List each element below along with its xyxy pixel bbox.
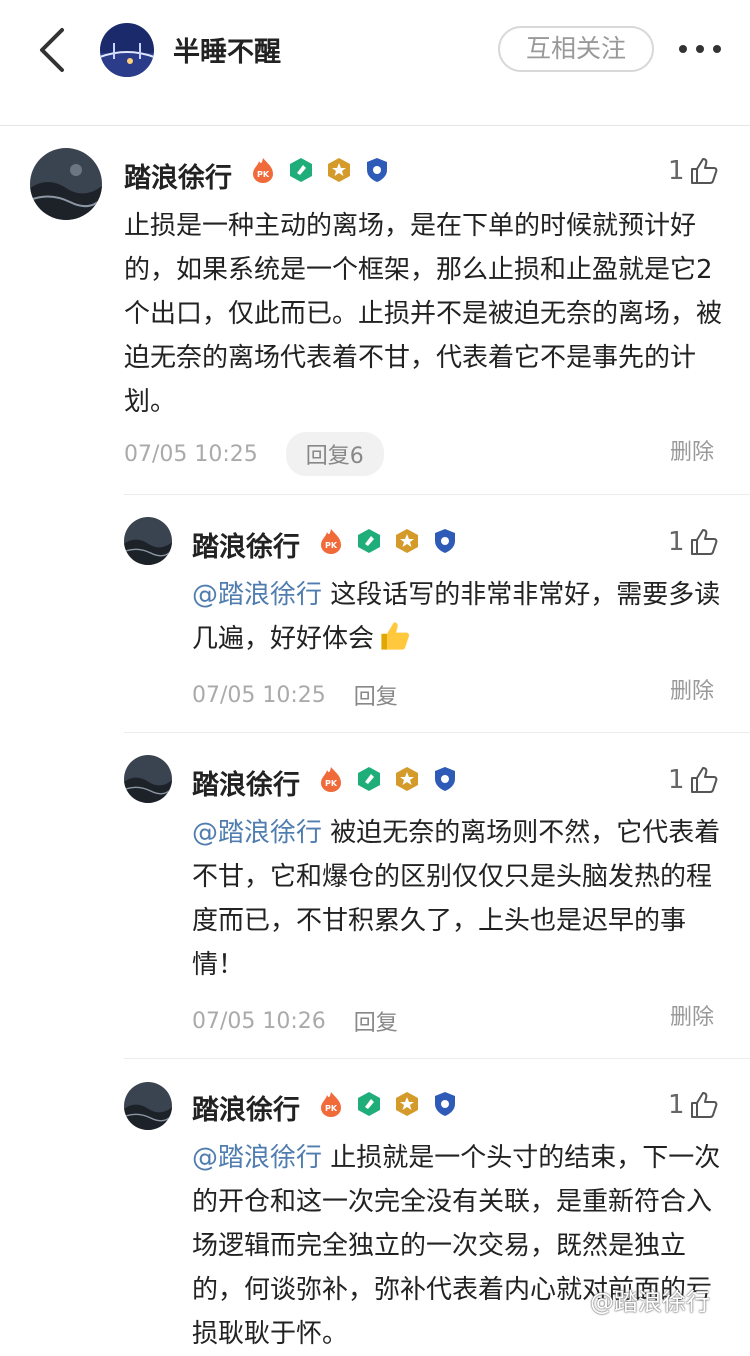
like-count: 1: [668, 765, 685, 795]
comment-meta: 07/05 10:25 回复: [192, 679, 398, 711]
gold-star-icon: [396, 767, 418, 791]
avatar[interactable]: [30, 148, 102, 220]
comment-username[interactable]: 踏浪徐行: [192, 1088, 300, 1127]
green-diamond-icon: [358, 1092, 380, 1116]
avatar[interactable]: [124, 1082, 172, 1130]
reply-count-button[interactable]: 回复6: [285, 432, 384, 476]
thumbs-up-icon: [690, 767, 717, 793]
like-button[interactable]: 1: [668, 527, 719, 557]
gold-star-icon: [328, 158, 350, 182]
comment-text: @踏浪徐行 这段话写的非常非常好，需要多读几遍，好好体会: [192, 573, 722, 667]
comment-meta: 07/05 10:25 回复6: [124, 432, 384, 476]
mention-link[interactable]: @踏浪徐行: [192, 1143, 322, 1173]
thumbs-up-icon: [690, 158, 717, 184]
like-count: 1: [668, 1090, 685, 1120]
like-button[interactable]: 1: [668, 156, 719, 186]
svg-text:PK: PK: [257, 170, 270, 179]
pk-fire-icon: PK: [321, 1092, 341, 1117]
follow-button[interactable]: 互相关注: [498, 26, 654, 72]
comment-text: 止损是一种主动的离场，是在下单的时候就预计好的，如果系统是一个框架，那么止损和止…: [124, 204, 724, 424]
like-button[interactable]: 1: [668, 765, 719, 795]
pk-fire-icon: PK: [253, 158, 273, 183]
divider: [124, 1058, 750, 1059]
comment-username[interactable]: 踏浪徐行: [192, 525, 300, 564]
divider: [124, 732, 750, 733]
blue-shield-icon: [435, 767, 455, 791]
reply-button[interactable]: 回复: [354, 679, 398, 711]
svg-text:PK: PK: [325, 541, 338, 550]
svg-text:PK: PK: [325, 1104, 338, 1113]
comment-time: 07/05 10:25: [192, 682, 326, 708]
user-badges: PK: [318, 766, 458, 792]
comment-body: 止损就是一个头寸的结束，下一次的开仓和这一次完全没有关联，是重新符合入场逻辑而完…: [192, 1143, 721, 1349]
avatar[interactable]: [124, 755, 172, 803]
delete-button[interactable]: 删除: [670, 434, 714, 466]
thumbs-up-icon: [690, 529, 717, 555]
green-diamond-icon: [358, 529, 380, 553]
blue-shield-icon: [435, 529, 455, 553]
delete-button[interactable]: 删除: [670, 999, 714, 1031]
comment-body: 止损是一种主动的离场，是在下单的时候就预计好的，如果系统是一个框架，那么止损和止…: [124, 211, 723, 417]
page-title: 半睡不醒: [173, 37, 281, 68]
watermark: @踏浪徐行: [590, 1288, 710, 1316]
mention-link[interactable]: @踏浪徐行: [192, 580, 322, 610]
comment-text: @踏浪徐行 止损就是一个头寸的结束，下一次的开仓和这一次完全没有关联，是重新符合…: [192, 1136, 722, 1356]
green-diamond-icon: [290, 158, 312, 182]
blue-shield-icon: [435, 1092, 455, 1116]
user-badges: PK: [318, 528, 458, 554]
top-bar: 半睡不醒 互相关注: [0, 0, 750, 126]
comment-username[interactable]: 踏浪徐行: [124, 156, 232, 195]
delete-button[interactable]: 删除: [670, 673, 714, 705]
like-count: 1: [668, 156, 685, 186]
pk-fire-icon: PK: [321, 529, 341, 554]
comment-meta: 07/05 10:26 回复: [192, 1005, 398, 1037]
header-avatar[interactable]: [100, 23, 154, 77]
back-chevron-icon[interactable]: [32, 26, 72, 74]
more-dots-icon[interactable]: [675, 34, 725, 64]
mention-link[interactable]: @踏浪徐行: [192, 818, 322, 848]
reply-button[interactable]: 回复: [354, 1005, 398, 1037]
like-button[interactable]: 1: [668, 1090, 719, 1120]
green-diamond-icon: [358, 767, 380, 791]
gold-star-icon: [396, 529, 418, 553]
thumbs-up-icon: [690, 1092, 717, 1118]
user-badges: PK: [250, 157, 390, 183]
comment-text: @踏浪徐行 被迫无奈的离场则不然，它代表着不甘，它和爆仓的区别仅仅只是头脑发热的…: [192, 811, 722, 987]
comment-time: 07/05 10:26: [192, 1008, 326, 1034]
thumbs-up-emoji: [378, 619, 412, 667]
avatar[interactable]: [124, 517, 172, 565]
pk-fire-icon: PK: [321, 767, 341, 792]
like-count: 1: [668, 527, 685, 557]
comment-username[interactable]: 踏浪徐行: [192, 763, 300, 802]
svg-text:PK: PK: [325, 779, 338, 788]
divider: [124, 494, 750, 495]
blue-shield-icon: [367, 158, 387, 182]
gold-star-icon: [396, 1092, 418, 1116]
comment-time: 07/05 10:25: [124, 441, 258, 467]
user-badges: PK: [318, 1091, 458, 1117]
